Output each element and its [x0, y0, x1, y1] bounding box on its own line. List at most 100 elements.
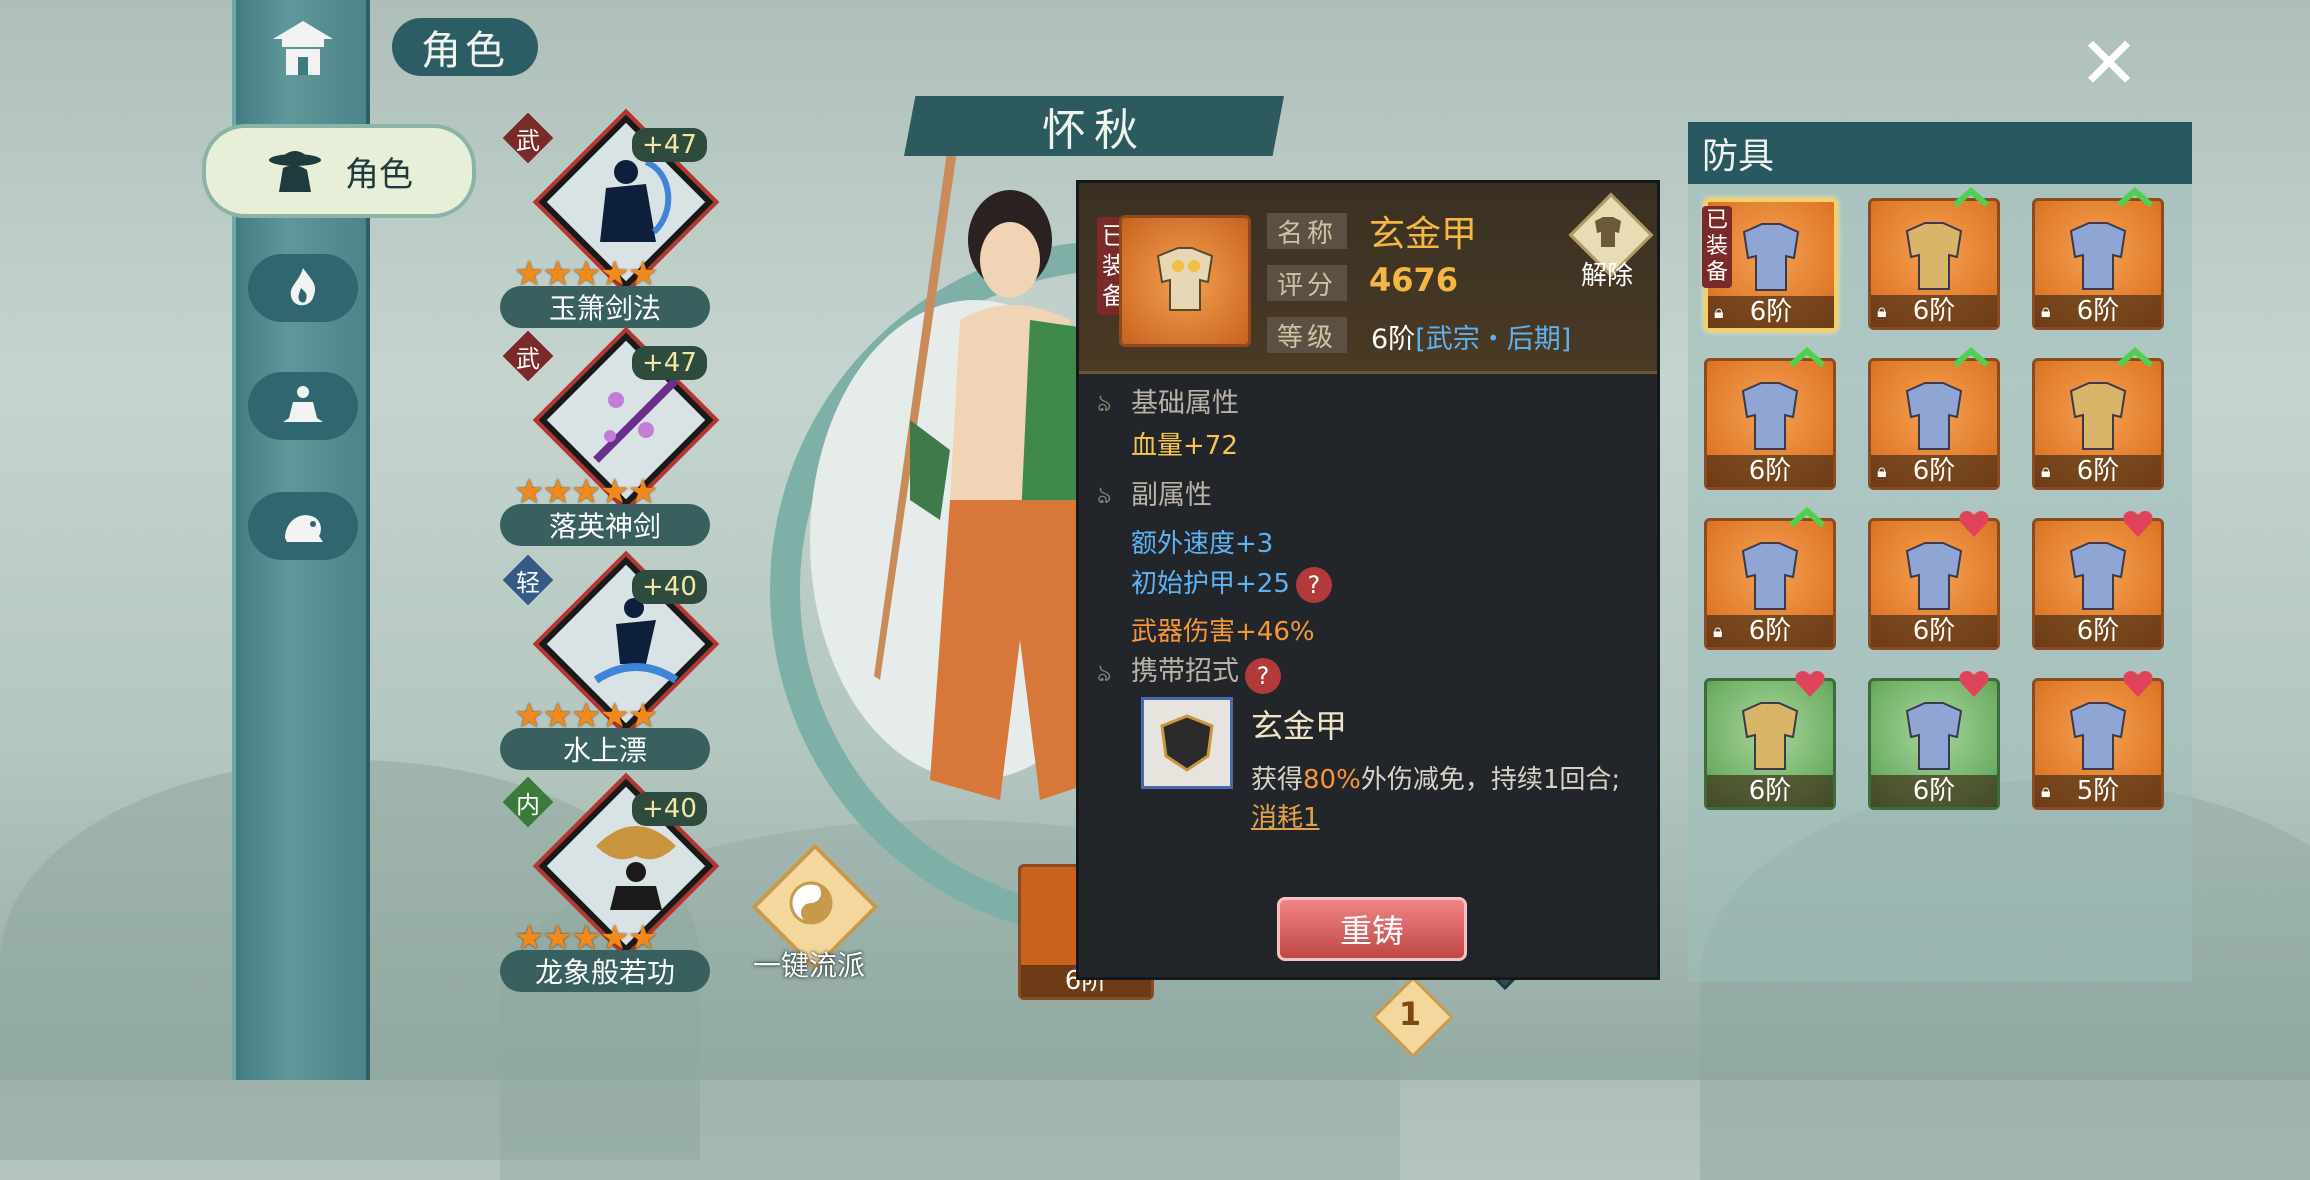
heart-icon [2123, 511, 2153, 537]
skill-name: 龙象般若功 [500, 950, 710, 992]
skill-card[interactable]: 武 +47 ★★★★★ 玉箫剑法 [500, 112, 736, 328]
skill-level: +47 [632, 128, 707, 162]
lock-icon: 🔒︎ [2041, 461, 2051, 482]
lock-icon: 🔒︎ [2041, 781, 2051, 802]
upgrade-arrow-icon [2117, 347, 2153, 368]
robe-icon [2069, 382, 2127, 450]
heart-icon [1959, 671, 1989, 697]
score-label: 评分 [1267, 265, 1347, 301]
upgrade-arrow-icon [2117, 187, 2153, 208]
tab-role-label: 角色 [345, 154, 413, 195]
skill-level: +40 [632, 792, 707, 826]
robe-icon [1741, 542, 1799, 610]
upgrade-arrow-icon [1953, 347, 1989, 368]
unequip-armor-icon [1595, 217, 1621, 247]
skill-type-tag: 武 [516, 126, 540, 155]
robe-icon [1905, 542, 1963, 610]
shield-icon [1160, 714, 1214, 772]
reforge-button[interactable]: 重铸 [1277, 897, 1467, 961]
item-thumbnail [1119, 215, 1251, 347]
close-button[interactable]: ✕ [2076, 27, 2142, 99]
help-button[interactable]: ? [1245, 657, 1281, 694]
unequip-label: 解除 [1580, 261, 1633, 291]
lock-icon: 🔒︎ [1714, 302, 1724, 323]
armor-slot[interactable]: 6阶 [1868, 511, 2000, 650]
skill-card[interactable]: 武 +47 ★★★★★ 落英神剑 [500, 330, 736, 546]
move-icon-frame [1141, 697, 1233, 789]
armor-slot-level: 6阶 [1871, 775, 1997, 807]
skill-card[interactable]: 轻 +40 ★★★★★ 水上漂 [500, 554, 736, 770]
armor-slot[interactable]: 6阶 [2032, 511, 2164, 650]
page-title: 角色 [392, 18, 538, 76]
page-marker[interactable]: 1 [1384, 988, 1436, 1040]
armor-slot[interactable]: 6阶 🔒︎ [2032, 187, 2164, 330]
armor-panel: 防具 已装备 6阶 🔒︎ 6阶 🔒︎ 6阶 🔒︎ 6阶 6阶 🔒︎ 6阶 🔒︎ 6阶 🔒︎ 6阶 6阶 6阶 6阶… [1688, 122, 2192, 982]
carried-move-row: 携带招式? [1131, 649, 1281, 694]
cloud-icon: ঌ [1097, 481, 1112, 509]
robe-icon [2069, 222, 2127, 290]
upgrade-arrow-icon [1789, 347, 1825, 368]
skill-type-tag: 轻 [516, 568, 540, 597]
skill-type-tag: 武 [516, 344, 540, 373]
tab-pet[interactable] [248, 492, 358, 560]
move-desc-suffix: 外伤减免，持续1回合; [1360, 765, 1621, 795]
armor-slot-level: 6阶 [1871, 615, 1997, 647]
robe-icon [1905, 702, 1963, 770]
lock-icon: 🔒︎ [2041, 301, 2051, 322]
armor-slot[interactable]: 6阶 🔒︎ [1868, 347, 2000, 490]
skill-card[interactable]: 内 +40 ★★★★★ 龙象般若功 [500, 776, 736, 992]
lock-icon: 🔒︎ [1713, 621, 1723, 642]
base-attr-title: 基础属性 [1131, 388, 1239, 419]
tab-skills[interactable] [248, 254, 358, 322]
armor-slot[interactable]: 6阶 [1868, 671, 2000, 810]
skill-level: +47 [632, 346, 707, 380]
equipped-tag: 已装备 [1702, 206, 1732, 288]
move-desc-prefix: 获得 [1251, 765, 1304, 795]
help-button[interactable]: ? [1295, 566, 1332, 603]
upgrade-arrow-icon [1789, 507, 1825, 528]
move-name: 玄金甲 [1251, 707, 1348, 745]
base-stat: 血量+72 [1131, 431, 1238, 461]
heart-icon [1959, 511, 1989, 537]
item-name: 玄金甲 [1369, 214, 1478, 255]
skill-level: +40 [632, 570, 707, 604]
robe-icon [2069, 702, 2127, 770]
tab-role[interactable]: 角色 [202, 124, 476, 218]
item-score: 4676 [1369, 261, 1459, 299]
skill-name: 玉箫剑法 [500, 286, 710, 328]
cloud-icon: ঌ [1097, 389, 1112, 417]
skill-name: 水上漂 [500, 728, 710, 770]
robe-icon [1741, 382, 1799, 450]
item-level: 6阶[武宗・后期] [1371, 317, 1571, 356]
armor-icon [1156, 247, 1214, 311]
character-portrait [874, 130, 1100, 800]
hat-figure-icon [269, 151, 321, 192]
armor-slot[interactable]: 6阶 🔒︎ [1704, 507, 1836, 650]
name-label: 名称 [1267, 213, 1347, 249]
skill-name: 落英神剑 [500, 504, 710, 546]
skill-type-tag: 内 [516, 790, 540, 819]
beast-icon [285, 515, 323, 542]
one-key-label: 一键流派 [752, 949, 865, 982]
armor-slot[interactable]: 6阶 🔒︎ [2032, 347, 2164, 490]
meditating-figure-icon [283, 386, 323, 422]
sub-stat-speed: 额外速度+3 [1131, 529, 1274, 559]
tab-meditation[interactable] [248, 372, 358, 440]
home-pavilion-button[interactable] [248, 8, 358, 88]
robe-icon [1741, 702, 1799, 770]
sub-attr-title: 副属性 [1131, 480, 1212, 511]
lock-icon: 🔒︎ [1877, 461, 1887, 482]
armor-slot[interactable]: 6阶 [1704, 671, 1836, 810]
armor-title: 防具 [1688, 122, 2192, 184]
armor-slot[interactable]: 5阶 🔒︎ [2032, 671, 2164, 810]
armor-slot[interactable]: 6阶 [1704, 347, 1836, 490]
armor-slot[interactable]: 已装备 6阶 🔒︎ [1702, 198, 1838, 332]
armor-slot[interactable]: 6阶 🔒︎ [1868, 187, 2000, 330]
character-name: 怀秋 [904, 96, 1284, 156]
item-level-note: [武宗・后期] [1415, 324, 1572, 355]
pavilion-icon [273, 21, 333, 75]
sub-stat-weapon: 武器伤害+46% [1131, 617, 1315, 647]
heart-icon [2123, 671, 2153, 697]
flame-icon [290, 268, 316, 306]
item-level-value: 6阶 [1371, 324, 1416, 355]
